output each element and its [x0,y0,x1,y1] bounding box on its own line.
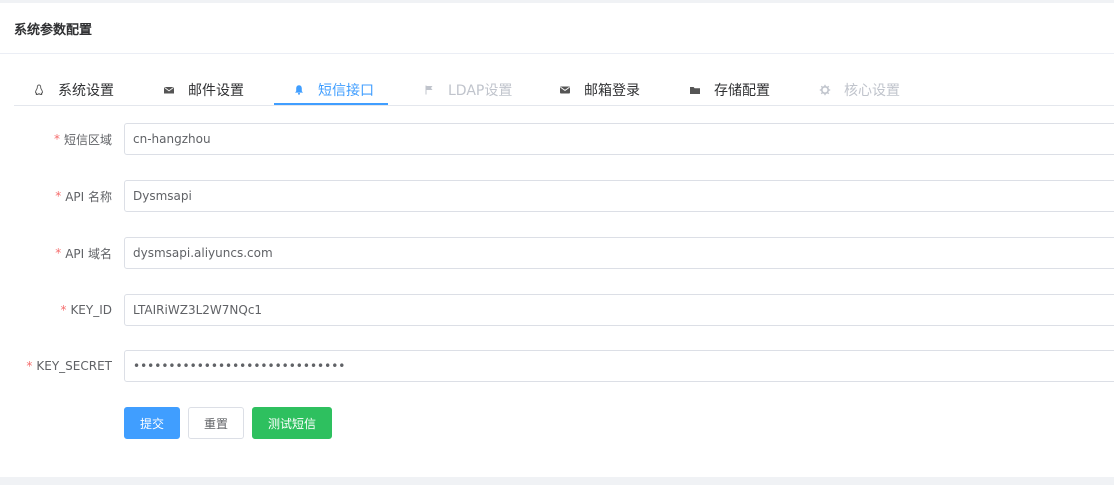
required-mark: * [55,189,62,203]
key-secret-input[interactable] [124,350,1114,382]
linux-icon [32,83,46,97]
field-label-text: KEY_ID [70,303,112,317]
tab-mail-settings[interactable]: 邮件设置 [162,74,244,105]
tab-storage-config[interactable]: 存储配置 [688,74,770,105]
folder-icon [688,83,702,97]
form-row-sms-region: * 短信区域 [0,123,1114,155]
tab-label: 短信接口 [318,82,374,99]
tab-core-settings[interactable]: 核心设置 [818,74,900,105]
test-sms-button[interactable]: 测试短信 [252,407,332,439]
key-id-input[interactable] [124,294,1114,326]
field-label: * 短信区域 [54,123,112,155]
field-label-text: 短信区域 [63,132,112,147]
field-label-text: API 域名 [65,246,112,261]
required-mark: * [53,132,60,146]
tab-label: 邮箱登录 [584,82,640,99]
reset-button[interactable]: 重置 [188,407,244,439]
field-label: * API 名称 [55,180,112,212]
form-row-api-name: * API 名称 [0,180,1114,212]
sms-region-input[interactable] [124,123,1114,155]
api-domain-input[interactable] [124,237,1114,269]
required-mark: * [55,246,62,260]
card-header: 系统参数配置 [0,3,1114,54]
tab-label: 存储配置 [714,82,770,99]
page-title: 系统参数配置 [14,22,93,38]
tab-label: LDAP设置 [448,82,513,99]
field-label: * KEY_ID [60,294,112,326]
form-row-key-secret: * KEY_SECRET [0,350,1114,382]
flag-icon [422,83,436,97]
required-mark: * [60,303,67,317]
mail-icon [558,83,572,97]
field-label: * KEY_SECRET [26,350,112,382]
envelope-icon [162,83,176,97]
tab-label: 核心设置 [844,82,900,99]
field-label: * API 域名 [55,237,112,269]
tab-sms-interface[interactable]: 短信接口 [292,74,374,105]
tab-ldap-settings[interactable]: LDAP设置 [422,74,512,105]
tab-label: 系统设置 [58,82,114,99]
active-tab-indicator [274,103,388,105]
submit-button[interactable]: 提交 [124,407,180,439]
form-row-api-domain: * API 域名 [0,237,1114,269]
config-card: 系统参数配置 系统设置 邮件设置 短信接口 LDAP设置 邮箱登录 存储配置 核… [0,3,1114,477]
tab-mailbox-login[interactable]: 邮箱登录 [558,74,640,105]
field-label-text: API 名称 [65,189,112,204]
form-row-key-id: * KEY_ID [0,294,1114,326]
bell-icon [292,83,306,97]
tab-label: 邮件设置 [188,82,244,99]
field-label-text: KEY_SECRET [36,359,112,373]
gear-icon [818,83,832,97]
tab-bar: 系统设置 邮件设置 短信接口 LDAP设置 邮箱登录 存储配置 核心设置 [14,74,1114,106]
required-mark: * [26,359,33,373]
api-name-input[interactable] [124,180,1114,212]
tab-system-settings[interactable]: 系统设置 [32,74,114,105]
